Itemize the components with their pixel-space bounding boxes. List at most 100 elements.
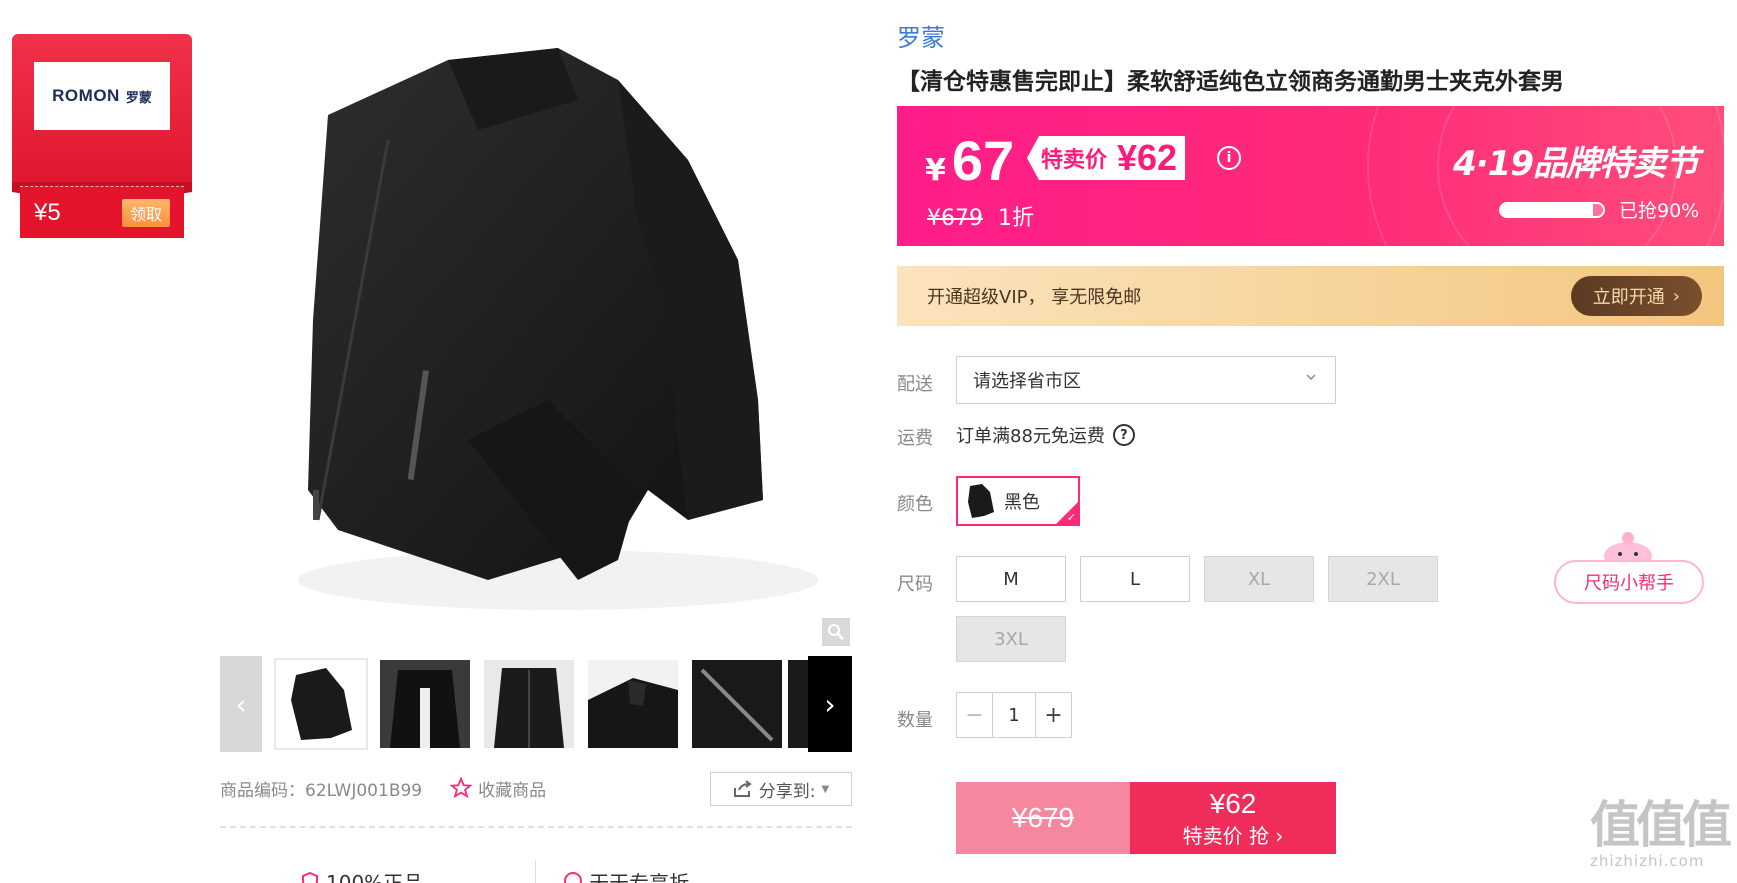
size-option-3xl: 3XL	[956, 616, 1066, 662]
thumbnail-4[interactable]	[586, 658, 680, 750]
brand-logo-en: ROMON	[52, 86, 120, 105]
product-code: 商品编码：62LWJ001B99	[220, 780, 423, 801]
original-price-value: ¥679	[927, 206, 983, 231]
star-icon	[450, 777, 473, 799]
size-option-xl: XL	[1204, 556, 1314, 602]
thumbnail-1[interactable]	[274, 658, 368, 750]
shipping-text: 订单满88元免运费	[956, 426, 1105, 447]
region-select[interactable]: 请选择省市区	[956, 356, 1336, 404]
jacket-image	[298, 48, 818, 610]
brand-coupon[interactable]: ROMON 罗蒙 ¥5 领取	[12, 34, 194, 240]
promo-genuine: 100%正品	[300, 866, 423, 883]
buy-special-price: ¥62	[1209, 787, 1257, 819]
coupon-body[interactable]: ¥5 领取	[20, 186, 184, 238]
magnifier-icon	[828, 624, 844, 640]
buy-original-price: ¥679	[956, 782, 1130, 854]
size-option-label: 2XL	[1366, 568, 1400, 590]
promo-discount-label: 天天专享折	[589, 870, 690, 883]
chevron-right-icon: ›	[1672, 285, 1680, 307]
product-meta-row: 商品编码：62LWJ001B99 收藏商品 分享到: ▼	[220, 772, 852, 806]
delivery-label: 配送	[897, 374, 933, 395]
quantity-decrease-button[interactable]: −	[957, 693, 993, 737]
brand-link[interactable]: 罗蒙	[897, 18, 945, 53]
vip-open-label: 立即开通	[1592, 287, 1665, 308]
brand-logo-cn: 罗蒙	[125, 90, 152, 106]
quantity-increase-button[interactable]: +	[1035, 693, 1071, 737]
zoom-button[interactable]	[822, 618, 850, 646]
thumbnail-5[interactable]	[690, 658, 784, 750]
size-helper-button[interactable]: 尺码小帮手	[1554, 560, 1704, 604]
sold-progress-bar	[1499, 201, 1605, 218]
region-select-value: 请选择省市区	[973, 371, 1081, 392]
product-main-image[interactable]	[218, 20, 850, 640]
color-option-black[interactable]: 黑色 ✓	[956, 476, 1080, 526]
festival-title: 4·19品牌特卖节	[1453, 144, 1699, 184]
vip-banner: 开通超级VIP， 享无限免邮 立即开通 ›	[897, 266, 1724, 326]
watermark-logo: 值值值	[1590, 796, 1732, 854]
help-icon[interactable]: ?	[1112, 424, 1135, 446]
thumbnail-next-button[interactable]: ›	[808, 656, 852, 752]
watermark-domain: zhizhizhi.com	[1590, 852, 1705, 870]
size-option-m[interactable]: M	[956, 556, 1066, 602]
special-price-label: 特卖价	[1041, 148, 1108, 173]
size-option-label: 3XL	[994, 628, 1028, 650]
thumbnail-2[interactable]	[378, 658, 472, 750]
shipping-label: 运费	[897, 428, 933, 449]
size-option-label: XL	[1247, 568, 1271, 590]
chevron-down-icon	[1306, 374, 1316, 381]
thumbnail-strip: ‹ ›	[220, 656, 852, 752]
shield-icon	[302, 871, 318, 883]
size-label: 尺码	[897, 574, 933, 595]
color-option-label: 黑色	[1004, 492, 1040, 513]
caret-down-icon: ▼	[821, 783, 830, 795]
special-price-value: ¥62	[1117, 137, 1178, 178]
quantity-input[interactable]: 1	[993, 693, 1035, 737]
sold-progress-label: 已抢90%	[1619, 200, 1700, 222]
color-label: 颜色	[897, 494, 933, 515]
quantity-stepper: − 1 +	[956, 692, 1072, 738]
size-option-2xl: 2XL	[1328, 556, 1438, 602]
share-icon	[733, 780, 752, 797]
size-option-label: L	[1129, 568, 1141, 590]
info-icon[interactable]: i	[1217, 146, 1241, 170]
thumbnail-prev-button[interactable]: ‹	[220, 656, 262, 752]
quantity-label: 数量	[897, 710, 933, 731]
buy-special-action: 特卖价 抢 ›	[1182, 823, 1284, 848]
thumbnail-3[interactable]	[482, 658, 576, 750]
divider	[220, 826, 852, 828]
current-price: ¥ 67	[925, 128, 1014, 193]
sold-progress: 已抢90%	[1499, 196, 1699, 223]
vip-open-button[interactable]: 立即开通 ›	[1570, 276, 1702, 316]
buy-button[interactable]: ¥679 ¥62 特卖价 抢 ›	[956, 782, 1336, 854]
discount-rate: 1折	[998, 206, 1034, 231]
coupon-claim-button[interactable]: 领取	[121, 198, 170, 227]
coupon-header: ROMON 罗蒙	[12, 34, 192, 182]
color-swatch-image	[968, 484, 994, 518]
size-option-label: M	[1003, 568, 1019, 590]
special-price-tag: 特卖价 ¥62	[1027, 136, 1186, 180]
share-button[interactable]: 分享到: ▼	[710, 772, 852, 806]
current-price-value: 67	[951, 129, 1015, 192]
product-title: 【清仓特惠售完即止】柔软舒适纯色立领商务通勤男士夹克外套男	[897, 69, 1564, 95]
chevron-right-icon: ›	[824, 687, 836, 721]
favorite-button[interactable]: 收藏商品	[450, 776, 546, 801]
site-watermark: 值值值 zhizhizhi.com	[1590, 800, 1737, 883]
price-banner: ¥ 67 特卖价 ¥62 i ¥679 1折 4·19品牌特卖节 已抢90%	[897, 106, 1724, 246]
brand-logo: ROMON 罗蒙	[34, 62, 170, 130]
buy-special-button[interactable]: ¥62 特卖价 抢 ›	[1130, 782, 1336, 854]
chevron-left-icon: ‹	[235, 687, 247, 721]
size-option-l[interactable]: L	[1080, 556, 1190, 602]
coupon-amount: ¥5	[34, 198, 61, 226]
promo-genuine-label: 100%正品	[326, 870, 424, 883]
promo-discount: 天天专享折	[563, 866, 689, 883]
share-label: 分享到:	[758, 781, 816, 802]
service-promos: 100%正品 天天专享折	[300, 866, 860, 883]
check-icon: ✓	[1066, 511, 1076, 524]
sold-progress-fill	[1501, 203, 1593, 216]
discount-icon	[564, 872, 583, 883]
favorite-label: 收藏商品	[478, 780, 547, 801]
original-price: ¥679 1折	[927, 200, 1034, 232]
currency-symbol: ¥	[925, 153, 946, 188]
vip-text: 开通超级VIP， 享无限免邮	[927, 287, 1142, 308]
shipping-info: 订单满88元免运费 ?	[956, 422, 1135, 448]
